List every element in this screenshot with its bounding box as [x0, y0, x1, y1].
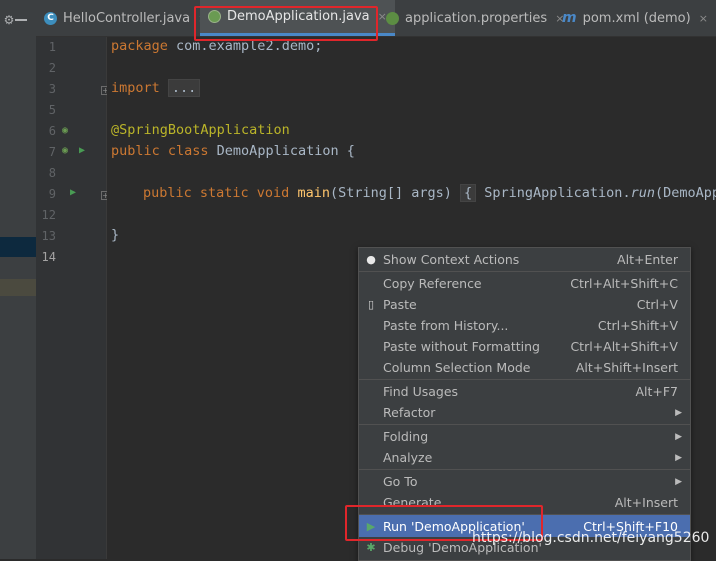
line-number: 6 — [48, 124, 56, 138]
line-number: 5 — [48, 103, 56, 117]
tree-selected-row[interactable] — [0, 237, 36, 257]
menu-separator — [359, 469, 690, 470]
spring-bean-icon[interactable]: ◉ — [62, 125, 68, 136]
menu-separator — [359, 379, 690, 380]
menu-separator — [359, 271, 690, 272]
gear-icon[interactable]: ⚙ — [2, 13, 16, 27]
menu-item-paste[interactable]: ▯ Paste Ctrl+V — [359, 294, 690, 315]
line-number: 3 — [48, 82, 56, 96]
line-number: 2 — [48, 61, 56, 75]
spring-bean-icon[interactable]: ◉ — [62, 145, 68, 156]
line-number: 13 — [41, 229, 56, 243]
tab-label: application.properties — [405, 10, 548, 26]
menu-item-find-usages[interactable]: Find Usages Alt+F7 — [359, 381, 690, 402]
submenu-arrow-icon: ▶ — [675, 407, 682, 418]
editor-gutter: 1 2 3 5 6 7 8 9 12 13 14 ◉ ◉ ▶ ▶ — [36, 37, 106, 559]
line-number: 7 — [48, 145, 56, 159]
folded-imports[interactable]: ... — [167, 79, 201, 97]
line-number: 8 — [48, 166, 56, 180]
submenu-arrow-icon: ▶ — [675, 452, 682, 463]
class-icon: C — [44, 11, 57, 25]
tab-label: HelloController.java — [63, 10, 191, 26]
tab-application-properties[interactable]: application.properties × — [386, 0, 564, 36]
code-line: public static void main(String[] args) {… — [143, 184, 716, 202]
code-line: public class DemoApplication { — [111, 143, 355, 159]
menu-item-copy-reference[interactable]: Copy Reference Ctrl+Alt+Shift+C — [359, 273, 690, 294]
menu-item-paste-without-formatting[interactable]: Paste without Formatting Ctrl+Alt+Shift+… — [359, 336, 690, 357]
menu-item-refactor[interactable]: Refactor ▶ — [359, 402, 690, 423]
watermark: https://blog.csdn.net/feiyang5260 — [472, 530, 710, 546]
line-number: 1 — [48, 40, 56, 54]
menu-item-folding[interactable]: Folding ▶ — [359, 426, 690, 447]
hide-icon[interactable] — [15, 19, 27, 21]
submenu-arrow-icon: ▶ — [675, 431, 682, 442]
project-tool-strip: ⚙ — [0, 0, 36, 559]
menu-item-analyze[interactable]: Analyze ▶ — [359, 447, 690, 468]
menu-separator — [359, 424, 690, 425]
menu-item-show-context-actions[interactable]: ● Show Context Actions Alt+Enter — [359, 249, 690, 270]
menu-item-paste-from-history[interactable]: Paste from History... Ctrl+Shift+V — [359, 315, 690, 336]
run-gutter-icon[interactable]: ▶ — [79, 145, 85, 156]
code-line: } — [111, 227, 120, 243]
tab-pom-xml[interactable]: m pom.xml (demo) × — [562, 0, 708, 36]
code-line: import ... — [111, 79, 201, 97]
clipboard-icon: ▯ — [367, 298, 375, 311]
lightbulb-icon: ● — [366, 253, 376, 266]
menu-item-go-to[interactable]: Go To ▶ — [359, 471, 690, 492]
tool-strip-header: ⚙ — [0, 0, 36, 36]
tree-row[interactable] — [0, 279, 36, 296]
menu-item-column-selection-mode[interactable]: Column Selection Mode Alt+Shift+Insert — [359, 357, 690, 378]
line-number: 9 — [48, 187, 56, 201]
annotation-highlight-tab — [194, 6, 378, 41]
code-line: @SpringBootApplication — [111, 122, 290, 138]
spring-properties-icon — [386, 11, 399, 25]
run-gutter-icon[interactable]: ▶ — [70, 187, 76, 198]
close-icon[interactable]: × — [699, 12, 708, 25]
line-number: 14 — [41, 250, 56, 264]
tab-label: pom.xml (demo) — [582, 10, 691, 26]
line-number: 12 — [41, 208, 56, 222]
debug-icon: ✱ — [366, 541, 376, 554]
tab-hello-controller[interactable]: C HelloController.java × — [44, 0, 207, 36]
maven-icon: m — [562, 10, 577, 26]
submenu-arrow-icon: ▶ — [675, 476, 682, 487]
